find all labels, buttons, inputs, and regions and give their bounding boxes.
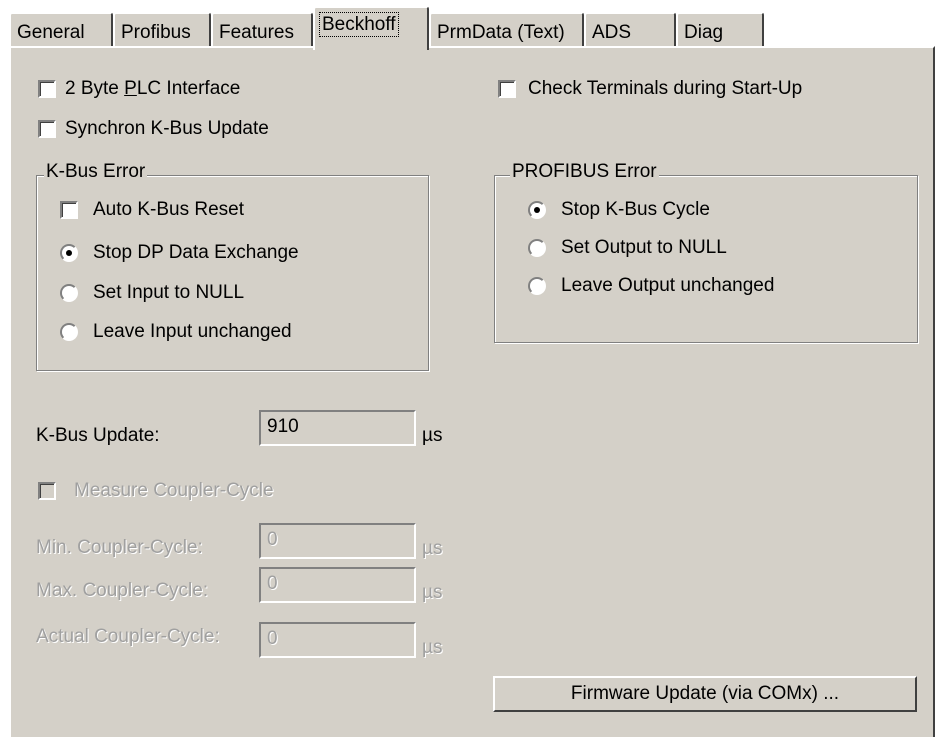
auto-kbus-reset-checkbox[interactable] (60, 201, 78, 219)
tab-general[interactable]: General (9, 12, 113, 48)
leave-input-unchanged-radio[interactable] (60, 323, 78, 341)
tab-label: General (17, 22, 85, 43)
tab-profibus[interactable]: Profibus (113, 12, 211, 48)
kbus-update-label: K-Bus Update: (36, 425, 160, 446)
leave-output-unchanged-label: Leave Output unchanged (561, 275, 775, 296)
actual-coupler-cycle-unit: µs (422, 637, 443, 658)
synchron-kbus-checkbox[interactable] (38, 120, 56, 138)
measure-coupler-cycle-label: Measure Coupler-Cycle (74, 480, 274, 501)
two-byte-plc-label: 2 Byte PLC Interface (65, 78, 241, 99)
stop-dp-data-exchange-radio[interactable] (60, 244, 78, 262)
firmware-update-button[interactable]: Firmware Update (via COMx) ... (493, 676, 917, 712)
tab-label: ADS (592, 22, 632, 43)
min-coupler-cycle-field[interactable]: 0 (259, 523, 416, 559)
max-coupler-cycle-field[interactable]: 0 (259, 567, 416, 603)
profibus-error-legend: PROFIBUS Error (510, 161, 659, 183)
stop-kbus-cycle-radio[interactable] (528, 201, 546, 219)
kbus-update-field[interactable]: 910 (259, 410, 416, 446)
synchron-kbus-label: Synchron K-Bus Update (65, 118, 269, 139)
set-output-null-label: Set Output to NULL (561, 237, 727, 258)
max-coupler-cycle-label: Max. Coupler-Cycle: (36, 580, 209, 601)
tab-prmdata-text[interactable]: PrmData (Text) (429, 12, 584, 48)
actual-coupler-cycle-label: Actual Coupler-Cycle: (36, 626, 220, 647)
set-input-null-label: Set Input to NULL (93, 282, 245, 303)
tab-diag[interactable]: Diag (676, 12, 764, 48)
kbus-error-legend: K-Bus Error (44, 161, 148, 183)
set-input-null-radio[interactable] (60, 284, 78, 302)
check-terminals-label: Check Terminals during Start-Up (528, 78, 803, 99)
stop-kbus-cycle-label: Stop K-Bus Cycle (561, 199, 710, 220)
stop-dp-data-exchange-label: Stop DP Data Exchange (93, 242, 299, 263)
min-coupler-cycle-label: Min. Coupler-Cycle: (36, 537, 203, 558)
check-terminals-checkbox[interactable] (498, 80, 516, 98)
set-output-null-radio[interactable] (528, 239, 546, 257)
tab-label: Features (219, 22, 294, 43)
measure-coupler-cycle-checkbox[interactable] (38, 482, 56, 500)
tab-beckhoff[interactable]: Beckhoff (313, 6, 429, 50)
tab-label: Profibus (121, 22, 191, 43)
max-coupler-cycle-unit: µs (422, 582, 443, 603)
tab-label: PrmData (Text) (437, 22, 565, 43)
auto-kbus-reset-label: Auto K-Bus Reset (93, 199, 245, 220)
tab-label: Beckhoff (319, 12, 399, 37)
tab-label: Diag (684, 22, 724, 43)
kbus-update-unit: µs (422, 425, 443, 446)
actual-coupler-cycle-field[interactable]: 0 (259, 622, 416, 658)
two-byte-plc-checkbox[interactable] (38, 80, 56, 98)
leave-input-unchanged-label: Leave Input unchanged (93, 321, 292, 342)
min-coupler-cycle-unit: µs (422, 538, 443, 559)
tab-ads[interactable]: ADS (584, 12, 676, 48)
leave-output-unchanged-radio[interactable] (528, 277, 546, 295)
tab-features[interactable]: Features (211, 12, 313, 48)
